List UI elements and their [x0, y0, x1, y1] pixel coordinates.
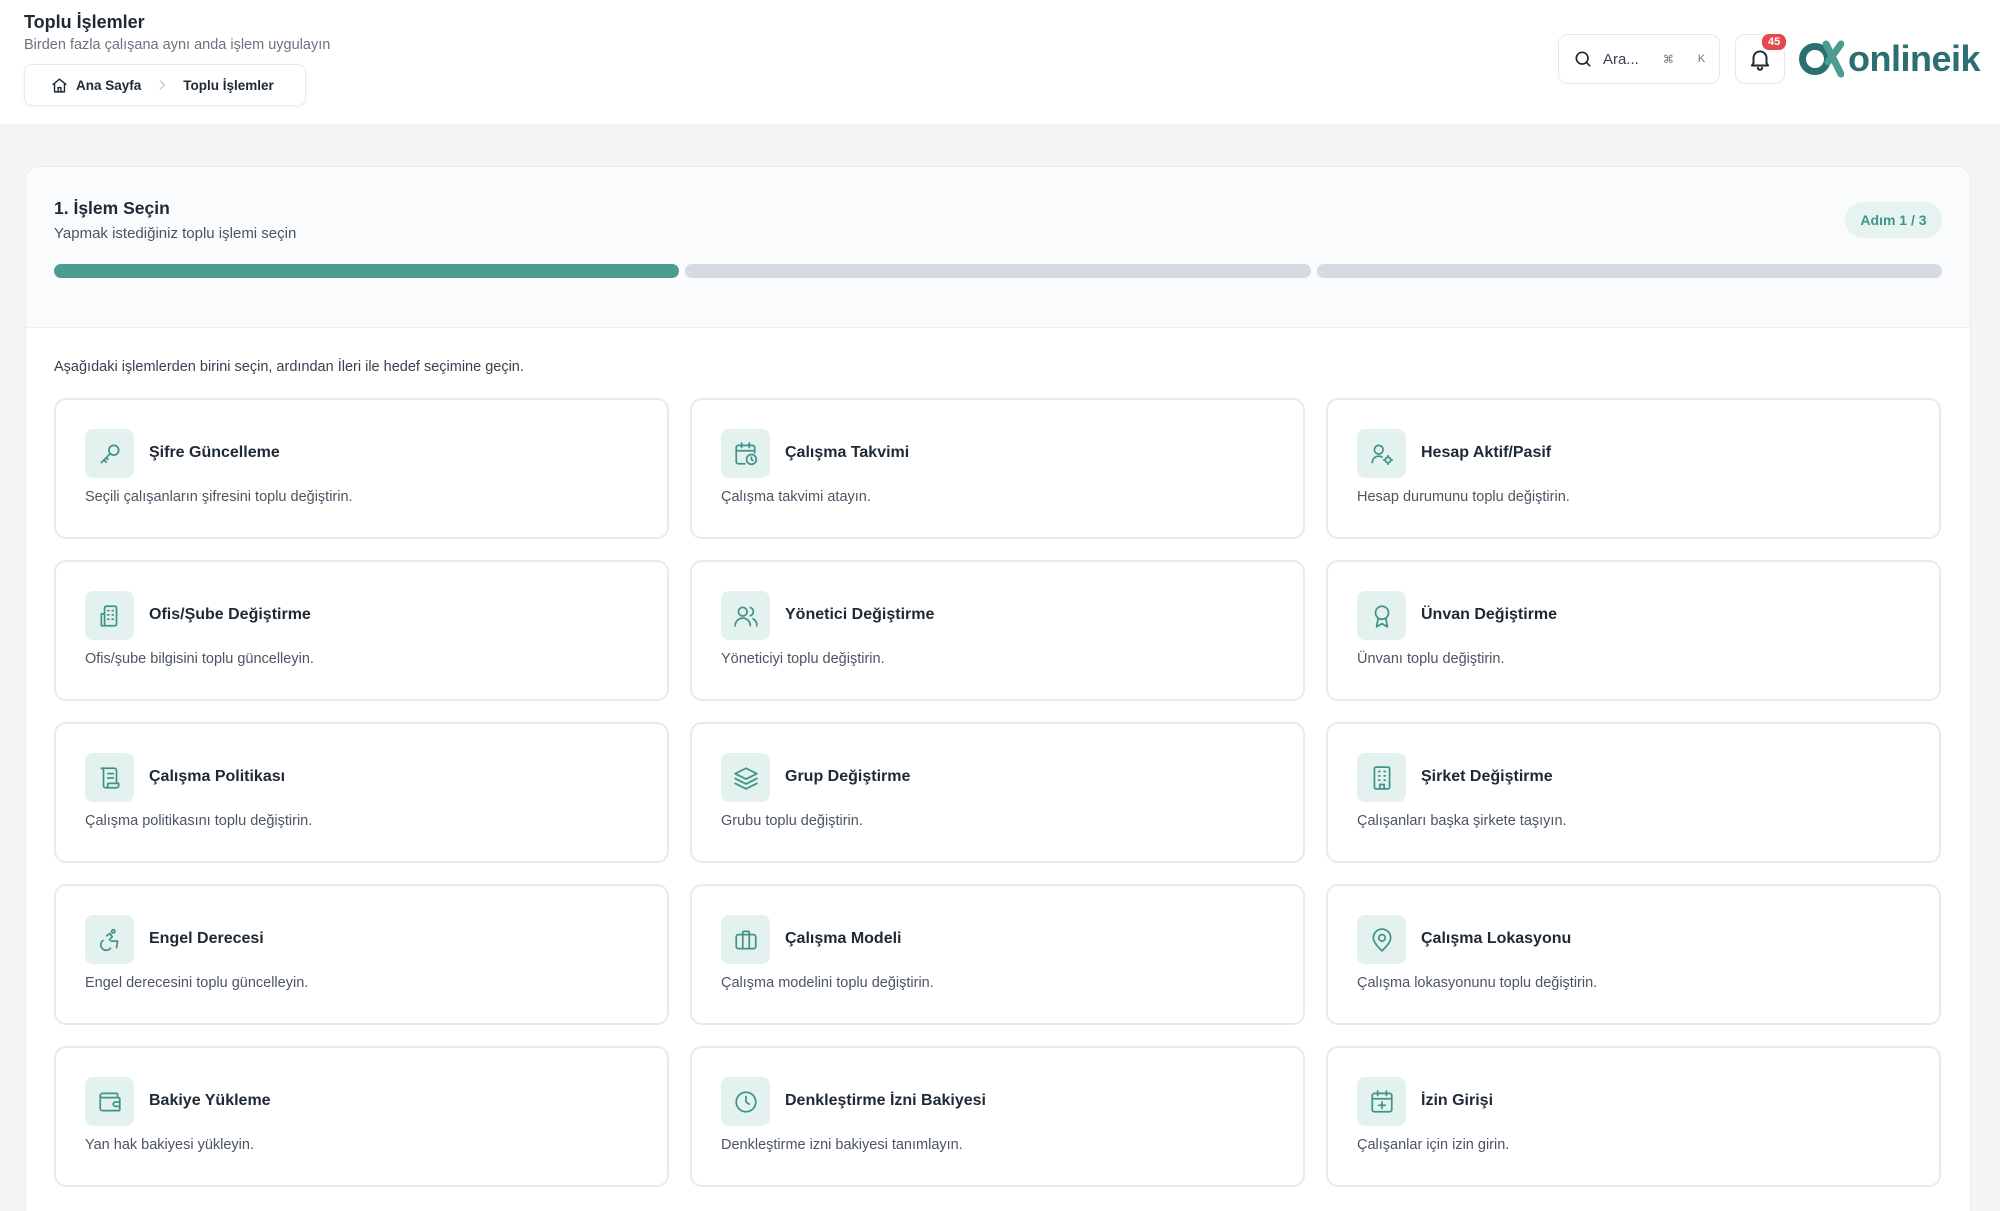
briefcase-icon — [721, 915, 770, 964]
home-icon — [52, 77, 67, 93]
operation-description: Ünvanı toplu değiştirin. — [1357, 651, 1505, 667]
clock-icon — [721, 1077, 770, 1126]
key-icon — [85, 429, 134, 478]
operation-card[interactable]: Yönetici Değiştirme Yöneticiyi toplu değ… — [690, 560, 1305, 701]
brand-logo[interactable]: onlineik — [1798, 36, 1981, 82]
breadcrumb: Ana Sayfa Toplu İşlemler — [24, 64, 306, 106]
breadcrumb-home[interactable]: Ana Sayfa — [51, 77, 141, 94]
operation-description: Çalışma takvimi atayın. — [721, 489, 871, 505]
step-progress — [54, 264, 1942, 278]
operation-card[interactable]: Ofis/Şube Değiştirme Ofis/şube bilgisini… — [54, 560, 669, 701]
award-icon — [1357, 591, 1406, 640]
operation-title: Çalışma Lokasyonu — [1421, 930, 1572, 947]
page-title: Toplu İşlemler — [24, 12, 145, 32]
operation-title: Grup Değiştirme — [785, 768, 911, 785]
users-icon — [721, 591, 770, 640]
step-header: 1. İşlem Seçin Yapmak istediğiniz toplu … — [26, 167, 1970, 328]
operation-card[interactable]: Bakiye Yükleme Yan hak bakiyesi yükleyin… — [54, 1046, 669, 1187]
operation-description: Engel derecesini toplu güncelleyin. — [85, 975, 309, 991]
operation-description: Yan hak bakiyesi yükleyin. — [85, 1137, 254, 1153]
instructions-text: Aşağıdaki işlemlerden birini seçin, ardı… — [54, 359, 524, 375]
layers-icon — [721, 753, 770, 802]
operation-title: Ofis/Şube Değiştirme — [149, 606, 311, 623]
operation-title: Şifre Güncelleme — [149, 444, 280, 461]
step-title: 1. İşlem Seçin — [54, 198, 170, 218]
operation-card[interactable]: Çalışma Politikası Çalışma politikasını … — [54, 722, 669, 863]
search-button[interactable]: Ara... ⌘ K — [1558, 34, 1720, 84]
operation-description: Çalışma politikasını toplu değiştirin. — [85, 813, 313, 829]
operation-card[interactable]: Ünvan Değiştirme Ünvanı toplu değiştirin… — [1326, 560, 1941, 701]
bulk-operations-card: 1. İşlem Seçin Yapmak istediğiniz toplu … — [25, 166, 1971, 1211]
search-icon — [1575, 51, 1591, 67]
operation-title: Hesap Aktif/Pasif — [1421, 444, 1552, 461]
scroll-icon — [85, 753, 134, 802]
page-subtitle: Birden fazla çalışana aynı anda işlem uy… — [24, 37, 331, 53]
notification-count-badge: 45 — [1760, 32, 1789, 52]
operation-card[interactable]: Engel Derecesi Engel derecesini toplu gü… — [54, 884, 669, 1025]
operation-description: Seçili çalışanların şifresini toplu deği… — [85, 489, 353, 505]
shortcut-key: K — [1697, 53, 1706, 65]
breadcrumb-home-label: Ana Sayfa — [76, 77, 142, 93]
operation-description: Denkleştirme izni bakiyesi tanımlayın. — [721, 1137, 963, 1153]
top-header: Toplu İşlemler Birden fazla çalışana ayn… — [0, 0, 2000, 124]
operation-card[interactable]: Grup Değiştirme Grubu toplu değiştirin. — [690, 722, 1305, 863]
calendar-clock-icon — [721, 429, 770, 478]
wallet-icon — [85, 1077, 134, 1126]
office-building-icon — [1357, 753, 1406, 802]
operation-card[interactable]: Çalışma Lokasyonu Çalışma lokasyonunu to… — [1326, 884, 1941, 1025]
brand-logo-text: onlineik — [1848, 38, 1981, 79]
map-pin-icon — [1357, 915, 1406, 964]
progress-step-2 — [685, 264, 1311, 278]
user-cog-icon — [1357, 429, 1406, 478]
shortcut-modifier: ⌘ — [1662, 53, 1674, 66]
operation-title: Ünvan Değiştirme — [1421, 606, 1558, 623]
operation-title: Çalışma Modeli — [785, 930, 902, 947]
operation-description: Çalışanlar için izin girin. — [1357, 1137, 1510, 1153]
operation-description: Çalışma lokasyonunu toplu değiştirin. — [1357, 975, 1598, 991]
operation-description: Çalışanları başka şirkete taşıyın. — [1357, 813, 1567, 829]
operation-description: Hesap durumunu toplu değiştirin. — [1357, 489, 1570, 505]
calendar-plus-icon — [1357, 1077, 1406, 1126]
operation-title: Çalışma Politikası — [149, 768, 286, 785]
search-placeholder: Ara... — [1603, 50, 1639, 68]
operation-title: Şirket Değiştirme — [1421, 768, 1553, 785]
notifications-button[interactable]: 45 — [1735, 32, 1789, 84]
progress-step-3 — [1316, 264, 1942, 278]
operation-description: Çalışma modelini toplu değiştirin. — [721, 975, 934, 991]
operation-description: Yöneticiyi toplu değiştirin. — [721, 651, 885, 667]
progress-step-1 — [54, 264, 680, 278]
operation-card[interactable]: Şifre Güncelleme Seçili çalışanların şif… — [54, 398, 669, 539]
operation-card[interactable]: Çalışma Modeli Çalışma modelini toplu de… — [690, 884, 1305, 1025]
operation-card[interactable]: İzin Girişi Çalışanlar için izin girin. — [1326, 1046, 1941, 1187]
operations-grid: Şifre Güncelleme Seçili çalışanların şif… — [54, 398, 1942, 1187]
operation-title: İzin Girişi — [1421, 1092, 1494, 1109]
logo-mark-icon — [1799, 40, 1844, 78]
accessibility-icon — [85, 915, 134, 964]
operation-title: Yönetici Değiştirme — [785, 606, 935, 623]
operation-title: Engel Derecesi — [149, 930, 264, 947]
breadcrumb-current: Toplu İşlemler — [183, 77, 274, 93]
chevron-right-icon — [155, 78, 169, 92]
operation-title: Denkleştirme İzni Bakiyesi — [785, 1092, 986, 1109]
step-subtitle: Yapmak istediğiniz toplu işlemi seçin — [54, 225, 297, 242]
operation-description: Ofis/şube bilgisini toplu güncelleyin. — [85, 651, 314, 667]
operation-card[interactable]: Hesap Aktif/Pasif Hesap durumunu toplu d… — [1326, 398, 1941, 539]
building-icon — [85, 591, 134, 640]
operation-card[interactable]: Çalışma Takvimi Çalışma takvimi atayın. — [690, 398, 1305, 539]
operation-title: Çalışma Takvimi — [785, 444, 910, 461]
operation-card[interactable]: Denkleştirme İzni Bakiyesi Denkleştirme … — [690, 1046, 1305, 1187]
operation-title: Bakiye Yükleme — [149, 1092, 271, 1109]
operation-description: Grubu toplu değiştirin. — [721, 813, 863, 829]
operation-card[interactable]: Şirket Değiştirme Çalışanları başka şirk… — [1326, 722, 1941, 863]
step-badge: Adım 1 / 3 — [1845, 202, 1942, 238]
